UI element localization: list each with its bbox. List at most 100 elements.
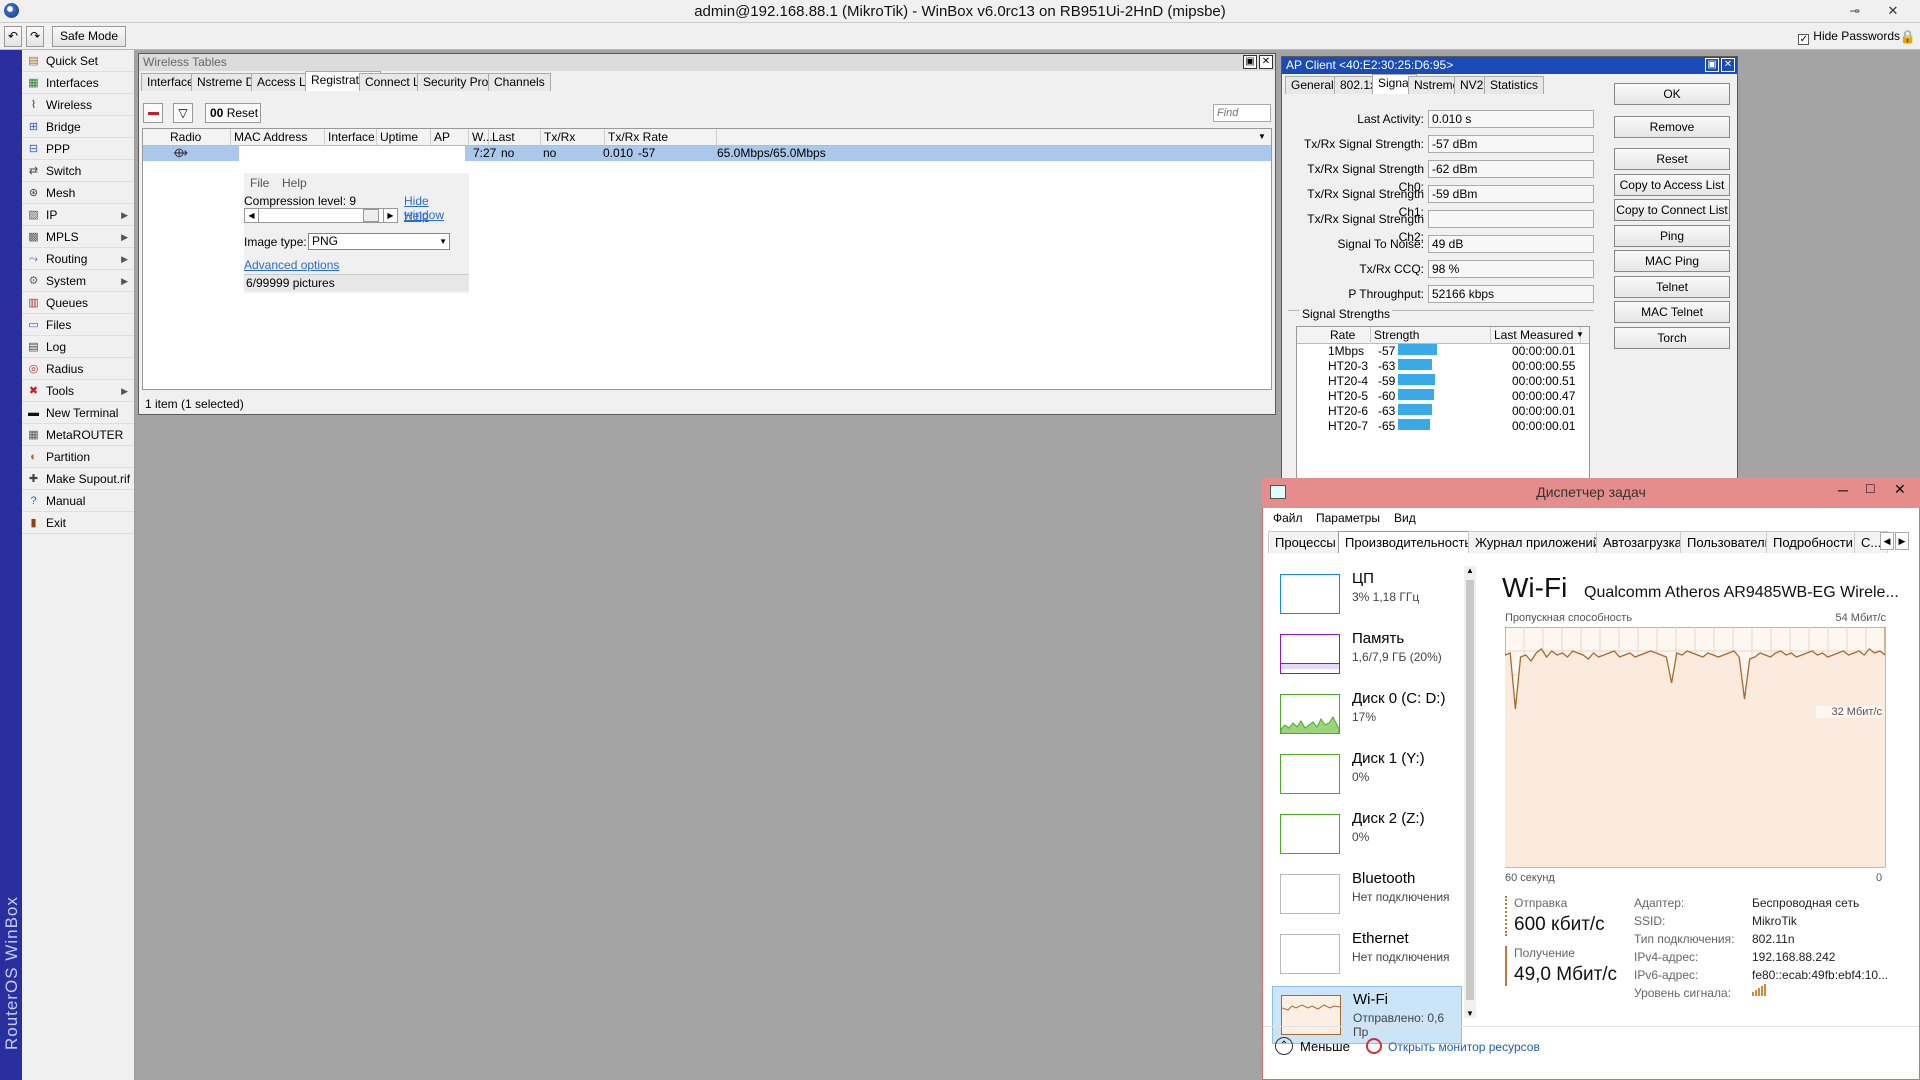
compression-slider[interactable]: ◀ ▶ [244,208,398,223]
sidebar-item-files[interactable]: ▭ Files [22,314,134,336]
tab-item[interactable]: Производительность [1338,531,1479,553]
redo-button[interactable]: ↷ [26,26,44,47]
close-window-button[interactable]: ✕ [1721,58,1735,72]
tab-item[interactable]: Процессы [1268,531,1343,553]
sidebar-item-make-supout-rif[interactable]: ✚ Make Supout.rif [22,468,134,490]
resource-item[interactable]: Диск 0 (C: D:) 17% [1272,686,1462,744]
resource-item[interactable]: Диск 1 (Y:) 0% [1272,746,1462,804]
resource-item[interactable]: Bluetooth Нет подключения [1272,866,1462,924]
ping-button[interactable]: Ping [1614,225,1730,247]
sidebar-item-system[interactable]: ⚙ System ▶ [22,270,134,292]
safe-mode-button[interactable]: Safe Mode [52,26,126,47]
sidebar-item-wireless[interactable]: ⌇ Wireless [22,94,134,116]
minimize-button[interactable]: ─ [1838,482,1848,498]
sidebar-item-exit[interactable]: ▮ Exit [22,512,134,534]
menu-item[interactable]: Файл [1273,511,1303,525]
torch-button[interactable]: Torch [1614,327,1730,349]
col-ap[interactable]: AP [431,129,469,146]
tab-statistics[interactable]: Statistics [1484,76,1545,94]
arrow-left-icon[interactable]: ◀ [245,209,259,222]
tabs-scroll-left[interactable]: ◀ [1880,532,1894,550]
table-row[interactable]: HT20-5 -60 00:00:00.47 [1298,389,1590,404]
table-row[interactable]: HT20-3 -63 00:00:00.55 [1298,359,1590,374]
find-input[interactable] [1213,104,1271,122]
scrollbar[interactable]: ▲ ▼ [1464,566,1476,1018]
sidebar-item-quick-set[interactable]: ▤ Quick Set [22,50,134,72]
sidebar-item-interfaces[interactable]: ▦ Interfaces [22,72,134,94]
restore-window-button[interactable]: ▣ [1705,58,1719,72]
hide-passwords-toggle[interactable]: ✓ Hide Passwords [1798,29,1900,45]
resource-item[interactable]: Ethernet Нет подключения [1272,926,1462,984]
column-menu-icon[interactable]: ▼ [1255,129,1271,146]
sidebar-item-queues[interactable]: ▥ Queues [22,292,134,314]
slider-thumb[interactable] [363,209,379,222]
tab-item[interactable]: Автозагрузка [1596,531,1689,553]
sidebar-item-ip[interactable]: ▧ IP ▶ [22,204,134,226]
reset-button[interactable]: 00 Reset [205,103,261,123]
open-resource-monitor-link[interactable]: Открыть монитор ресурсов [1388,1040,1540,1054]
tab-item[interactable]: Пользователи [1680,531,1779,553]
close-button[interactable]: ✕ [1880,2,1906,19]
col-mac-address[interactable]: MAC Address [231,129,325,146]
restore-window-button[interactable]: ▣ [1243,55,1257,69]
col-tx-rx-rate[interactable]: Tx/Rx Rate [605,129,717,146]
mac-telnet-button[interactable]: MAC Telnet [1614,301,1730,323]
menu-help[interactable]: Help [282,176,307,190]
resource-item[interactable]: Память 1,6/7,9 ГБ (20%) [1272,626,1462,684]
col-last-activit[interactable]: Last Activit... [489,129,541,160]
col-uptime[interactable]: Uptime [377,129,431,146]
scroll-down-icon[interactable]: ▼ [1464,1009,1476,1018]
col-w[interactable]: W... [469,129,493,146]
copy-to-access-list-button[interactable]: Copy to Access List [1614,174,1730,196]
help-link[interactable]: Help [404,209,429,223]
col-radio-name[interactable]: Radio Name [167,129,231,160]
column-menu-icon[interactable]: ▼ [1573,327,1589,344]
chevron-up-icon[interactable]: ⌃ [1275,1037,1293,1055]
tab-general[interactable]: General [1285,76,1340,94]
tab-item[interactable]: Журнал приложений [1468,531,1608,553]
advanced-options-link[interactable]: Advanced options [244,258,339,272]
resource-item[interactable]: ЦП 3% 1,18 ГГц [1272,566,1462,624]
col-rate[interactable]: Rate [1327,327,1371,344]
tab-channels[interactable]: Channels [488,73,551,91]
ok-button[interactable]: OK [1614,83,1730,105]
col-tx-rx-signal[interactable]: Tx/Rx Signal ... [541,129,605,160]
table-row[interactable]: HT20-6 -63 00:00:00.01 [1298,404,1590,419]
sidebar-item-radius[interactable]: ◎ Radius [22,358,134,380]
maximize-button[interactable]: ▫ [1844,2,1870,19]
table-row[interactable]: 1Mbps -57 00:00:00.01 [1298,344,1590,359]
maximize-button[interactable]: □ [1866,480,1874,496]
fewer-details-button[interactable]: Меньше [1300,1039,1350,1054]
table-row[interactable]: ⟴ 7:27 no no 0.010 -57 65.0Mbps/65.0Mbps [143,145,1271,161]
sidebar-item-routing[interactable]: ⤳ Routing ▶ [22,248,134,270]
sidebar-item-mpls[interactable]: ▩ MPLS ▶ [22,226,134,248]
mac-ping-button[interactable]: MAC Ping [1614,250,1730,272]
sidebar-item-partition[interactable]: ◐ Partition [22,446,134,468]
menu-file[interactable]: File [250,176,269,190]
sidebar-item-switch[interactable]: ⇄ Switch [22,160,134,182]
resource-item[interactable]: Wi-Fi Отправлено: 0,6 Пр [1272,986,1462,1044]
col-interface[interactable]: Interface [325,129,377,146]
sidebar-item-bridge[interactable]: ⊞ Bridge [22,116,134,138]
close-window-button[interactable]: ✕ [1259,55,1273,69]
table-row[interactable]: HT20-7 -65 00:00:00.01 [1298,419,1590,434]
scroll-up-icon[interactable]: ▲ [1464,566,1476,575]
reset-button[interactable]: Reset [1614,148,1730,170]
tabs-scroll-right[interactable]: ▶ [1895,532,1909,550]
col-last-measured[interactable]: Last Measured [1491,327,1581,344]
sidebar-item-mesh[interactable]: ⊛ Mesh [22,182,134,204]
resource-item[interactable]: Диск 2 (Z:) 0% [1272,806,1462,864]
sidebar-item-ppp[interactable]: ⊟ PPP [22,138,134,160]
sidebar-item-metarouter[interactable]: ▦ MetaROUTER [22,424,134,446]
undo-button[interactable]: ↶ [4,26,22,47]
telnet-button[interactable]: Telnet [1614,276,1730,298]
menu-item[interactable]: Вид [1394,511,1416,525]
sidebar-item-tools[interactable]: ✖ Tools ▶ [22,380,134,402]
sidebar-item-new-terminal[interactable]: ▬ New Terminal [22,402,134,424]
image-type-select[interactable]: PNG ▼ [308,233,450,250]
table-row[interactable]: HT20-4 -59 00:00:00.51 [1298,374,1590,389]
scrollbar-thumb[interactable] [1466,580,1474,1000]
arrow-right-icon[interactable]: ▶ [383,209,397,222]
sidebar-item-log[interactable]: ▤ Log [22,336,134,358]
remove-button[interactable] [143,103,163,123]
